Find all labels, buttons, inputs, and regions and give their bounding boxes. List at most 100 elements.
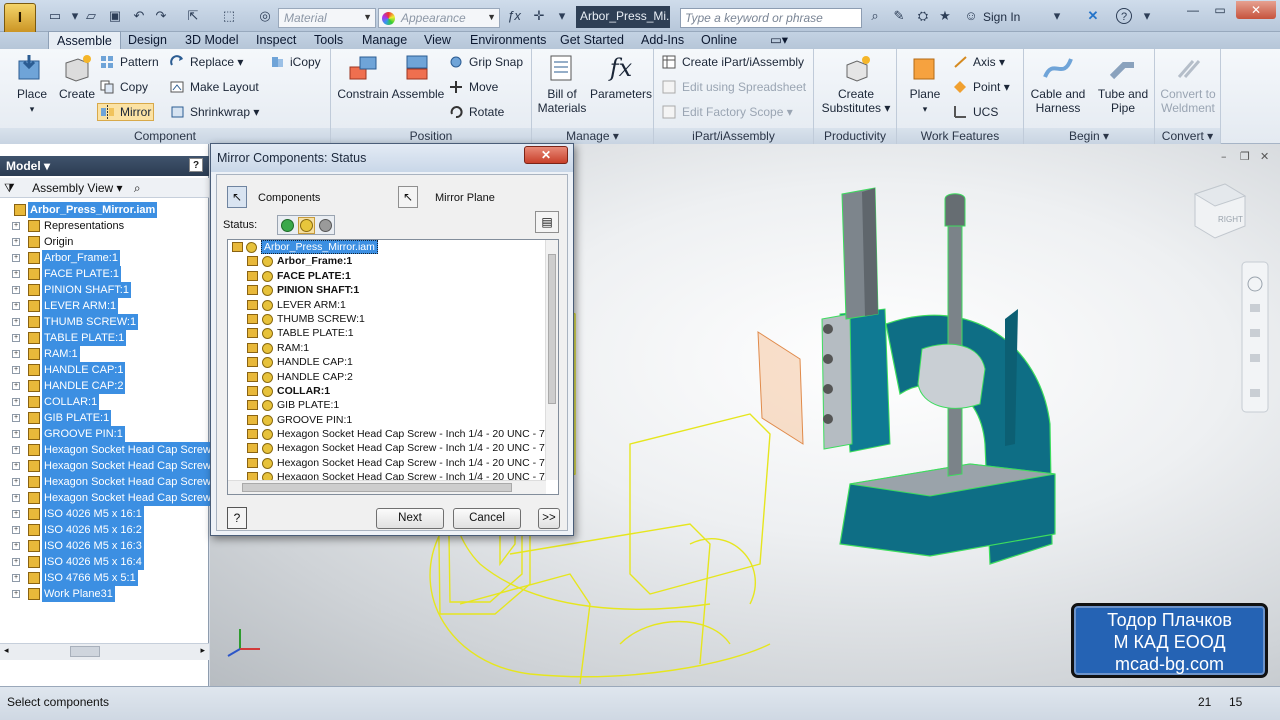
- copy-button[interactable]: Copy: [100, 79, 148, 95]
- tab-inspect[interactable]: Inspect: [256, 32, 296, 49]
- tab-online[interactable]: Online: [701, 32, 737, 49]
- component-status-row[interactable]: TABLE PLATE:1: [228, 326, 558, 340]
- pattern-button[interactable]: Pattern: [100, 54, 159, 70]
- status-icon[interactable]: [262, 457, 273, 469]
- tab-3d-model[interactable]: 3D Model: [185, 32, 239, 49]
- expand-toggle-icon[interactable]: +: [12, 318, 20, 326]
- tab-environments[interactable]: Environments: [470, 32, 546, 49]
- panel-title-convert[interactable]: Convert ▾: [1155, 128, 1220, 144]
- move-button[interactable]: Move: [449, 79, 498, 95]
- component-status-row[interactable]: HANDLE CAP:1: [228, 355, 558, 369]
- fx-icon[interactable]: ƒx: [505, 8, 523, 24]
- view-minimize-icon[interactable]: –: [1221, 150, 1227, 163]
- browser-help-icon[interactable]: ?: [189, 158, 203, 172]
- place-button[interactable]: Place ▾: [8, 53, 56, 116]
- favorites-icon[interactable]: ★: [936, 8, 954, 24]
- component-status-row[interactable]: Arbor_Frame:1: [228, 254, 558, 268]
- status-icon[interactable]: [262, 443, 273, 455]
- tab-add-ins[interactable]: Add-Ins: [641, 32, 684, 49]
- expand-toggle-icon[interactable]: +: [12, 414, 20, 422]
- icopy-button[interactable]: iCopy: [270, 54, 321, 70]
- browser-tree-item[interactable]: + Hexagon Socket Head Cap Screw -: [0, 442, 220, 458]
- expand-toggle-icon[interactable]: +: [12, 446, 20, 454]
- expand-toggle-icon[interactable]: +: [12, 542, 20, 550]
- navigation-bar[interactable]: [1241, 261, 1269, 413]
- cancel-button[interactable]: Cancel: [453, 508, 521, 529]
- component-status-row[interactable]: THUMB SCREW:1: [228, 312, 558, 326]
- bill-of-materials-button[interactable]: Bill of Materials: [536, 53, 588, 115]
- component-status-row[interactable]: RAM:1: [228, 341, 558, 355]
- status-icon[interactable]: [262, 414, 273, 426]
- status-icon[interactable]: [262, 385, 273, 397]
- component-status-row[interactable]: Hexagon Socket Head Cap Screw - Inch 1/4…: [228, 456, 558, 470]
- convert-to-weldment-button[interactable]: Convert to Weldment: [1155, 53, 1221, 115]
- expand-toggle-icon[interactable]: +: [12, 526, 20, 534]
- component-status-row[interactable]: HANDLE CAP:2: [228, 370, 558, 384]
- status-icon[interactable]: [262, 371, 273, 383]
- status-icon[interactable]: [262, 400, 273, 412]
- ribbon-display-toggle-icon[interactable]: ▭▾: [770, 32, 788, 49]
- shrinkwrap-button[interactable]: Shrinkwrap ▾: [170, 104, 259, 120]
- expand-toggle-icon[interactable]: +: [12, 334, 20, 342]
- customize-arrow-icon[interactable]: ▾: [553, 8, 571, 24]
- mirror-button[interactable]: Mirror: [97, 103, 155, 121]
- edit-using-spreadsheet-button[interactable]: Edit using Spreadsheet: [662, 79, 806, 95]
- browser-horizontal-scrollbar[interactable]: ◂ ▸: [0, 643, 209, 660]
- browser-tree-item[interactable]: + Hexagon Socket Head Cap Screw -: [0, 474, 220, 490]
- browser-tree-item[interactable]: Arbor_Press_Mirror.iam: [0, 202, 209, 218]
- exchange-icon[interactable]: ✕: [1084, 8, 1102, 24]
- expand-toggle-icon[interactable]: +: [12, 254, 20, 262]
- tab-design[interactable]: Design: [128, 32, 167, 49]
- status-icon[interactable]: [262, 285, 273, 297]
- status-icon[interactable]: [262, 256, 273, 268]
- browser-tree-item[interactable]: + PINION SHAFT:1: [0, 282, 209, 298]
- browser-tree-item[interactable]: + Hexagon Socket Head Cap Screw -: [0, 458, 220, 474]
- status-icon[interactable]: [262, 270, 273, 282]
- color-wheel-icon[interactable]: ◎: [256, 8, 274, 24]
- status-icon[interactable]: [262, 357, 273, 369]
- browser-tree-item[interactable]: + COLLAR:1: [0, 394, 209, 410]
- copy-to-clipboard-button[interactable]: ▤: [535, 211, 559, 233]
- help-icon[interactable]: ?: [1116, 8, 1132, 24]
- redo-icon[interactable]: ↷: [152, 8, 170, 24]
- viewcube[interactable]: RIGHT: [1193, 183, 1247, 239]
- expand-toggle-icon[interactable]: +: [12, 286, 20, 294]
- assembly-view-dropdown[interactable]: Assembly View ▾: [32, 181, 123, 195]
- component-status-row[interactable]: Hexagon Socket Head Cap Screw - Inch 1/4…: [228, 427, 558, 441]
- component-status-row[interactable]: Hexagon Socket Head Cap Screw - Inch 1/4…: [228, 441, 558, 455]
- create-component-button[interactable]: Create: [58, 53, 96, 101]
- tube-and-pipe-button[interactable]: Tube and Pipe: [1092, 53, 1154, 115]
- browser-tree-item[interactable]: + FACE PLATE:1: [0, 266, 209, 282]
- close-window-button[interactable]: ✕: [1236, 1, 1276, 19]
- sign-in-dropdown-icon[interactable]: ▾: [1048, 8, 1066, 24]
- panel-title-begin[interactable]: Begin ▾: [1024, 128, 1154, 144]
- new-file-icon[interactable]: ▭: [46, 8, 64, 24]
- tab-manage[interactable]: Manage: [362, 32, 407, 49]
- component-status-row[interactable]: PINION SHAFT:1: [228, 283, 558, 297]
- dialog-vertical-scrollbar[interactable]: [545, 240, 558, 480]
- find-icon[interactable]: ⌕: [134, 181, 141, 195]
- user-icon[interactable]: ☺: [962, 8, 980, 24]
- component-status-row[interactable]: FACE PLATE:1: [228, 269, 558, 283]
- rotate-button[interactable]: Rotate: [449, 104, 504, 120]
- panel-title-manage[interactable]: Manage ▾: [532, 128, 653, 144]
- constrain-button[interactable]: Constrain: [335, 53, 391, 101]
- exclude-status-icon[interactable]: [319, 219, 332, 232]
- component-status-row[interactable]: LEVER ARM:1: [228, 298, 558, 312]
- browser-tree-item[interactable]: + RAM:1: [0, 346, 209, 362]
- material-combo[interactable]: Material ▼: [278, 8, 376, 28]
- expand-toggle-icon[interactable]: +: [12, 238, 20, 246]
- browser-tree-item[interactable]: + Representations: [0, 218, 209, 234]
- help-search-input[interactable]: Type a keyword or phrase: [680, 8, 862, 28]
- expand-toggle-icon[interactable]: +: [12, 382, 20, 390]
- select-icon[interactable]: ⬚: [220, 8, 238, 24]
- dialog-close-button[interactable]: ✕: [524, 146, 568, 164]
- create-ipart-button[interactable]: Create iPart/iAssembly: [662, 54, 804, 70]
- parameters-button[interactable]: fx Parameters: [588, 53, 654, 101]
- status-icon[interactable]: [246, 242, 257, 253]
- browser-tree-item[interactable]: + GIB PLATE:1: [0, 410, 209, 426]
- expand-toggle-icon[interactable]: +: [12, 222, 20, 230]
- undo-icon[interactable]: ↶: [130, 8, 148, 24]
- components-select-button[interactable]: ↖: [227, 186, 247, 208]
- expand-toggle-icon[interactable]: +: [12, 478, 20, 486]
